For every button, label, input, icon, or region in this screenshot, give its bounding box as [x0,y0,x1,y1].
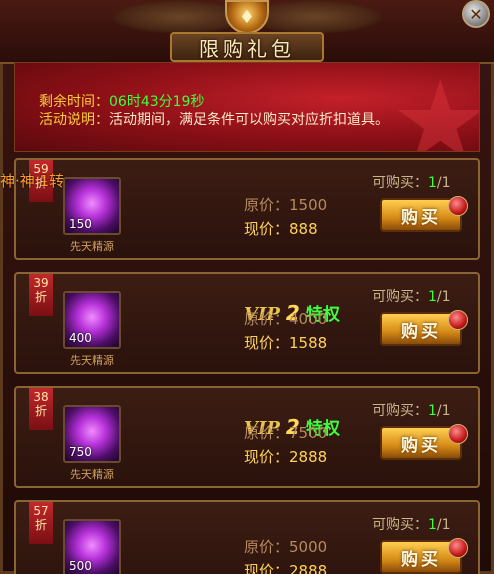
item-quantity: 500 [69,559,92,573]
item-quantity: 150 [69,217,92,231]
purchase-limit: 可购买：1/1 [372,400,451,420]
purchase-limit: 可购买：1/1 [372,286,451,306]
purchase-limit-current: 1 [428,517,437,533]
item-quantity: 750 [69,445,92,459]
purchase-limit-current: 1 [428,403,437,419]
gift-item: 39 折 400 先天精源 VIP 2 特权 原价：4000 现价：1588 可… [14,272,480,374]
event-description-text: 活动期间，满足条件可以购买对应折扣道具。 [109,112,389,128]
purchase-limit-total: /1 [436,517,451,533]
original-price: 原价：7500 [244,424,328,442]
star-decoration-icon: ★ [391,62,480,152]
discount-value: 38 [33,390,49,404]
discount-unit: 折 [34,404,47,418]
purchase-limit-current: 1 [428,175,437,191]
discount-unit: 折 [34,290,47,304]
purchase-limit-label: 可购买： [372,517,428,533]
item-name: 先天精源 [70,240,114,253]
purchase-limit-label: 可购买： [372,403,428,419]
remaining-time-label: 剩余时间： [39,94,109,110]
remaining-time-value: 06时43分19秒 [109,94,205,110]
purchase-limit-total: /1 [436,403,451,419]
dialog-title: 限购礼包 [170,32,324,62]
red-gem-icon [448,310,468,330]
red-gem-icon [448,424,468,444]
item-quantity: 400 [69,331,92,345]
original-price: 原价：1500 [244,196,328,214]
purchase-limit-current: 1 [428,289,437,305]
purchase-limit: 可购买：1/1 [372,514,451,534]
original-price: 原价：4000 [244,310,328,328]
gift-list[interactable]: 59 折 150 先天精源 原价：1500 现价：888 可购买：1/1 购买 … [14,158,480,574]
item-gem-icon[interactable]: 150 [63,177,121,235]
gift-item: 38 折 750 先天精源 VIP 2 特权 原价：7500 现价：2888 可… [14,386,480,488]
remaining-time-row: 剩余时间：06时43分19秒 [39,91,204,111]
purchase-limit: 可购买：1/1 [372,172,451,192]
purchase-limit-total: /1 [436,175,451,191]
discount-tag: 57 折 [29,502,53,544]
item-gem-icon[interactable]: 750 [63,405,121,463]
gift-item: 57 折 500 原价：5000 现价：2888 可购买：1/1 购买 [14,500,480,574]
red-gem-icon [448,196,468,216]
realm-overlay-label: 神·神·1转 [0,172,65,190]
discount-value: 39 [33,276,49,290]
gift-item: 59 折 150 先天精源 原价：1500 现价：888 可购买：1/1 购买 [14,158,480,260]
close-button[interactable]: ✕ [462,0,490,28]
discount-tag: 38 折 [29,388,53,430]
dialog-header: ♦ 限购礼包 ✕ [0,0,494,64]
event-description-row: 活动说明：活动期间，满足条件可以购买对应折扣道具。 [39,109,389,129]
purchase-limit-label: 可购买： [372,175,428,191]
original-price: 原价：5000 [244,538,328,556]
current-price: 现价：2888 [244,562,328,574]
item-gem-icon[interactable]: 400 [63,291,121,349]
purchase-limit-label: 可购买： [372,289,428,305]
event-description-label: 活动说明： [39,112,109,128]
item-name: 先天精源 [70,354,114,367]
red-gem-icon [448,538,468,558]
item-gem-icon[interactable]: 500 [63,519,121,574]
current-price: 现价：2888 [244,448,328,466]
item-name: 先天精源 [70,468,114,481]
event-banner: ★ 剩余时间：06时43分19秒 活动说明：活动期间，满足条件可以购买对应折扣道… [14,62,480,152]
discount-unit: 折 [34,518,47,532]
current-price: 现价：888 [244,220,318,238]
current-price: 现价：1588 [244,334,328,352]
purchase-limit-total: /1 [436,289,451,305]
discount-tag: 39 折 [29,274,53,316]
discount-value: 57 [33,504,49,518]
